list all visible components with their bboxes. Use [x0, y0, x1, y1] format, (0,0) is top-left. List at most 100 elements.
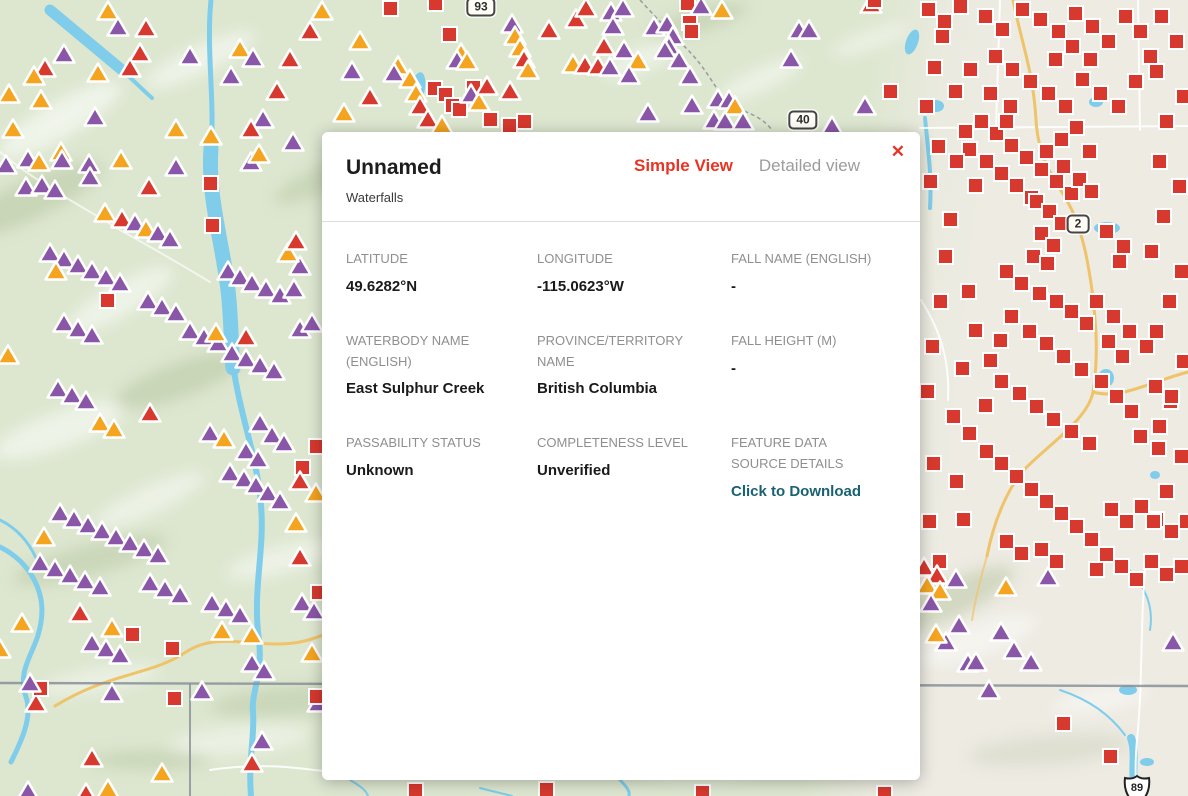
map-marker-square[interactable] [1121, 323, 1138, 340]
map-marker-square[interactable] [1127, 73, 1144, 90]
map-marker-triangle[interactable] [240, 624, 264, 645]
map-marker-square[interactable] [1067, 5, 1084, 22]
map-marker-square[interactable] [955, 511, 972, 528]
map-marker-triangle[interactable] [617, 64, 641, 85]
map-marker-triangle[interactable] [455, 50, 479, 71]
map-marker-triangle[interactable] [252, 660, 276, 681]
map-marker-triangle[interactable] [592, 35, 616, 56]
map-marker-square[interactable] [1128, 571, 1145, 588]
map-marker-square[interactable] [1013, 545, 1030, 562]
map-marker-triangle[interactable] [146, 544, 170, 565]
close-icon[interactable]: ✕ [891, 143, 905, 160]
map-marker-square[interactable] [1158, 483, 1175, 500]
map-marker-square[interactable] [1057, 98, 1074, 115]
map-marker-square[interactable] [942, 211, 959, 228]
map-marker-square[interactable] [1158, 113, 1175, 130]
map-marker-triangle[interactable] [348, 30, 372, 51]
map-marker-triangle[interactable] [358, 86, 382, 107]
map-marker-triangle[interactable] [0, 83, 21, 104]
map-marker-triangle[interactable] [106, 16, 130, 37]
map-marker-square[interactable] [1078, 315, 1095, 332]
map-marker-triangle[interactable] [272, 432, 296, 453]
map-marker-triangle[interactable] [10, 612, 34, 633]
map-marker-triangle[interactable] [43, 179, 67, 200]
map-marker-triangle[interactable] [88, 576, 112, 597]
map-marker-triangle[interactable] [340, 60, 364, 81]
map-marker-square[interactable] [925, 455, 942, 472]
map-marker-square[interactable] [202, 175, 219, 192]
map-marker-square[interactable] [1175, 88, 1188, 105]
map-marker-square[interactable] [934, 28, 951, 45]
map-marker-square[interactable] [1045, 237, 1062, 254]
map-marker-square[interactable] [382, 0, 399, 17]
map-marker-triangle[interactable] [924, 623, 948, 644]
map-marker-triangle[interactable] [158, 228, 182, 249]
map-marker-triangle[interactable] [278, 48, 302, 69]
map-marker-square[interactable] [1100, 33, 1117, 50]
map-marker-square[interactable] [962, 61, 979, 78]
map-marker-square[interactable] [1074, 71, 1091, 88]
map-marker-square[interactable] [1082, 51, 1099, 68]
map-marker-square[interactable] [987, 48, 1004, 65]
map-marker-square[interactable] [993, 373, 1010, 390]
map-marker-square[interactable] [1102, 748, 1119, 765]
map-marker-triangle[interactable] [212, 428, 236, 449]
map-marker-square[interactable] [977, 8, 994, 25]
map-marker-triangle[interactable] [78, 166, 102, 187]
map-marker-triangle[interactable] [284, 512, 308, 533]
map-marker-triangle[interactable] [190, 680, 214, 701]
map-marker-triangle[interactable] [636, 102, 660, 123]
map-marker-triangle[interactable] [731, 110, 755, 131]
map-marker-square[interactable] [932, 293, 949, 310]
map-marker-square[interactable] [694, 784, 711, 796]
map-marker-triangle[interactable] [18, 672, 42, 693]
map-marker-square[interactable] [1105, 308, 1122, 325]
map-marker-square[interactable] [1003, 308, 1020, 325]
map-marker-square[interactable] [1055, 158, 1072, 175]
map-marker-square[interactable] [1168, 33, 1185, 50]
map-marker-square[interactable] [1063, 423, 1080, 440]
map-marker-triangle[interactable] [498, 80, 522, 101]
map-marker-square[interactable] [1110, 98, 1127, 115]
map-marker-triangle[interactable] [574, 0, 598, 18]
map-marker-square[interactable] [960, 283, 977, 300]
map-marker-triangle[interactable] [108, 644, 132, 665]
map-marker-triangle[interactable] [282, 278, 306, 299]
map-marker-square[interactable] [954, 360, 971, 377]
map-marker-triangle[interactable] [44, 260, 68, 281]
map-marker-square[interactable] [1138, 338, 1155, 355]
map-marker-triangle[interactable] [86, 62, 110, 83]
map-marker-triangle[interactable] [100, 682, 124, 703]
map-marker-square[interactable] [882, 83, 899, 100]
map-marker-square[interactable] [947, 83, 964, 100]
map-marker-square[interactable] [977, 397, 994, 414]
map-marker-square[interactable] [1055, 715, 1072, 732]
map-marker-square[interactable] [1173, 558, 1188, 575]
map-marker-square[interactable] [998, 113, 1015, 130]
map-marker-square[interactable] [683, 23, 700, 40]
map-marker-triangle[interactable] [1036, 566, 1060, 587]
map-marker-triangle[interactable] [22, 65, 46, 86]
map-marker-square[interactable] [1150, 440, 1167, 457]
map-marker-triangle[interactable] [332, 102, 356, 123]
map-marker-square[interactable] [1173, 263, 1188, 280]
map-marker-triangle[interactable] [475, 75, 499, 96]
map-marker-square[interactable] [1173, 448, 1188, 465]
map-marker-square[interactable] [1151, 153, 1168, 170]
map-marker-square[interactable] [945, 408, 962, 425]
map-marker-square[interactable] [1171, 178, 1188, 195]
map-marker-square[interactable] [967, 322, 984, 339]
map-marker-square[interactable] [924, 338, 941, 355]
map-marker-triangle[interactable] [83, 106, 107, 127]
map-marker-square[interactable] [407, 782, 424, 796]
map-marker-triangle[interactable] [250, 730, 274, 751]
map-marker-square[interactable] [1021, 323, 1038, 340]
map-marker-triangle[interactable] [109, 149, 133, 170]
map-marker-triangle[interactable] [68, 602, 92, 623]
tab-detailed-view[interactable]: Detailed view [759, 156, 860, 176]
map-marker-triangle[interactable] [178, 45, 202, 66]
map-marker-triangle[interactable] [601, 15, 625, 36]
map-marker-triangle[interactable] [150, 762, 174, 783]
map-marker-square[interactable] [1081, 435, 1098, 452]
map-marker-triangle[interactable] [537, 19, 561, 40]
